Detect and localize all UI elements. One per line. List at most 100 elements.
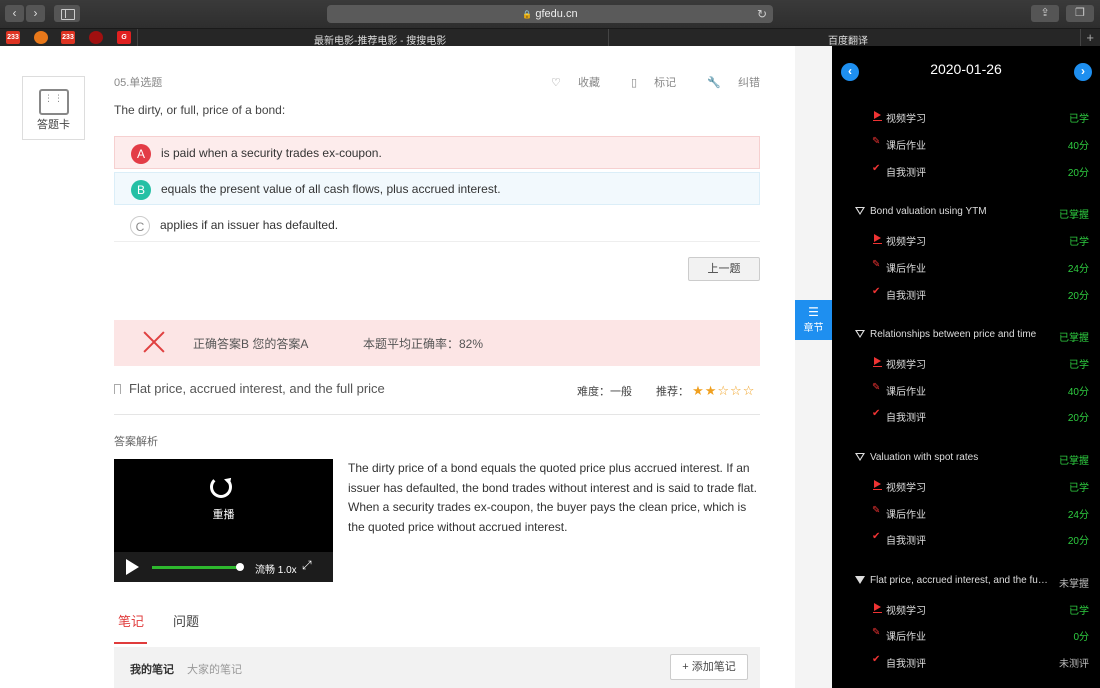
forward-button[interactable]: › bbox=[26, 5, 45, 22]
everyone-notes-tab[interactable]: 大家的笔记 bbox=[187, 661, 242, 677]
chapter-row-status: 已掌握 bbox=[1059, 210, 1089, 222]
chapter-row-status: 20分 bbox=[1067, 413, 1089, 425]
url-text: gfedu.cn bbox=[535, 8, 578, 20]
next-date-button[interactable]: › bbox=[1074, 63, 1092, 81]
divider bbox=[114, 414, 760, 415]
homework-pen-icon: ✎ bbox=[872, 504, 881, 516]
option-b[interactable]: B equals the present value of all cash f… bbox=[114, 172, 760, 205]
triangle-outline-icon[interactable] bbox=[855, 207, 865, 216]
answer-card-icon bbox=[39, 89, 74, 115]
favorite-logo-icon[interactable]: G bbox=[117, 31, 131, 44]
chapter-item[interactable]: ✔ 自我测评 20分 bbox=[832, 530, 1100, 548]
chapter-item[interactable]: ✎ 课后作业 24分 bbox=[832, 504, 1100, 522]
triangle-outline-icon[interactable] bbox=[855, 452, 865, 461]
option-c[interactable]: C applies if an issuer has defaulted. bbox=[114, 209, 760, 242]
back-button[interactable]: ‹ bbox=[5, 5, 24, 22]
chapter-toggle-button[interactable]: ☰ 章节 bbox=[795, 300, 832, 340]
chapter-row-status: 已学 bbox=[1069, 236, 1089, 248]
add-note-button[interactable]: + 添加笔记 bbox=[670, 654, 748, 680]
tab-baidu-translate[interactable]: 百度翻译 bbox=[828, 32, 868, 47]
chapter-row-status: 40分 bbox=[1067, 140, 1089, 152]
star-empty-icon[interactable]: ☆ bbox=[730, 383, 743, 398]
chapter-row-label: 自我测评 bbox=[886, 290, 926, 302]
option-a[interactable]: A is paid when a security trades ex-coup… bbox=[114, 136, 760, 169]
answer-card-button[interactable]: 答题卡 bbox=[22, 76, 85, 140]
replay-label[interactable]: 重播 bbox=[114, 506, 333, 522]
tab-movies[interactable]: 最新电影-推荐电影 - 搜搜电影 bbox=[314, 32, 446, 47]
chapter-heading[interactable]: Bond valuation using YTM 已掌握 bbox=[832, 204, 1100, 222]
video-player[interactable]: 重播 流畅 1.0x bbox=[114, 459, 333, 582]
fullscreen-icon[interactable] bbox=[302, 558, 314, 573]
chapter-row-status: 40分 bbox=[1067, 386, 1089, 398]
chapter-item[interactable]: 视频学习 已学 bbox=[832, 108, 1100, 126]
correct-error-button[interactable]: 🔧 纠错 bbox=[693, 77, 760, 89]
chapter-row-label: Valuation with spot rates bbox=[870, 451, 979, 463]
chapter-item[interactable]: ✔ 自我测评 20分 bbox=[832, 162, 1100, 180]
chapter-item[interactable]: ✎ 课后作业 24分 bbox=[832, 258, 1100, 276]
mark-button[interactable]: ▯ 标记 bbox=[617, 77, 676, 89]
favorite-233-icon-2[interactable]: 233 bbox=[61, 31, 75, 44]
chapter-item[interactable]: 视频学习 已学 bbox=[832, 600, 1100, 618]
notes-toolbar: 我的笔记 大家的笔记 + 添加笔记 bbox=[114, 647, 760, 688]
chapter-row-status: 未掌握 bbox=[1059, 578, 1089, 590]
chapter-row-label: 自我测评 bbox=[886, 167, 926, 179]
address-bar[interactable]: 🔒 gfedu.cn ↻ bbox=[327, 5, 773, 23]
chapter-item[interactable]: ✔ 自我测评 未测评 bbox=[832, 653, 1100, 671]
option-text: is paid when a security trades ex-coupon… bbox=[161, 146, 382, 160]
difficulty: 难度：一般 bbox=[577, 386, 632, 398]
favorite-red-icon[interactable] bbox=[89, 31, 103, 44]
chapter-heading[interactable]: Flat price, accrued interest, and the fu… bbox=[832, 573, 1100, 591]
replay-icon[interactable] bbox=[210, 476, 232, 498]
self-test-check-icon: ✔ bbox=[872, 162, 881, 174]
self-test-check-icon: ✔ bbox=[872, 531, 881, 543]
heart-icon: ♡ bbox=[551, 77, 561, 89]
sidebar-toggle-button[interactable] bbox=[54, 5, 80, 22]
star-filled-icon[interactable]: ★ bbox=[705, 383, 718, 398]
reload-icon[interactable]: ↻ bbox=[757, 5, 767, 23]
chapter-item[interactable]: ✎ 课后作业 40分 bbox=[832, 381, 1100, 399]
tabs-overview-button[interactable]: ❐ bbox=[1066, 5, 1094, 22]
play-icon[interactable] bbox=[126, 559, 139, 575]
chapter-item[interactable]: 视频学习 已学 bbox=[832, 231, 1100, 249]
self-test-check-icon: ✔ bbox=[872, 285, 881, 297]
weibo-icon[interactable] bbox=[34, 31, 48, 44]
chapter-row-label: 课后作业 bbox=[886, 386, 926, 398]
video-progress-handle[interactable] bbox=[236, 563, 244, 571]
chapter-heading[interactable]: Valuation with spot rates 已掌握 bbox=[832, 450, 1100, 468]
chapter-row-label: Bond valuation using YTM bbox=[870, 206, 987, 218]
triangle-filled-icon[interactable] bbox=[855, 575, 865, 584]
chapter-item[interactable]: ✔ 自我测评 20分 bbox=[832, 407, 1100, 425]
chapter-row-label: 课后作业 bbox=[886, 509, 926, 521]
chapter-item[interactable]: ✎ 课后作业 0分 bbox=[832, 626, 1100, 644]
wrench-icon: 🔧 bbox=[707, 77, 721, 89]
tabs-icon: ❐ bbox=[1075, 7, 1085, 19]
chapter-item[interactable]: ✔ 自我测评 20分 bbox=[832, 285, 1100, 303]
chapter-row-label: 视频学习 bbox=[886, 359, 926, 371]
tab-separator bbox=[137, 29, 138, 47]
playback-quality[interactable]: 流畅 1.0x bbox=[255, 561, 297, 576]
star-empty-icon[interactable]: ☆ bbox=[717, 383, 730, 398]
question-type: 05.单选题 bbox=[114, 77, 163, 89]
chapter-item[interactable]: 视频学习 已学 bbox=[832, 477, 1100, 495]
star-empty-icon[interactable]: ☆ bbox=[743, 383, 756, 398]
video-progress-bar[interactable] bbox=[152, 563, 244, 571]
tab-questions[interactable]: 问题 bbox=[173, 611, 199, 630]
homework-pen-icon: ✎ bbox=[872, 258, 881, 270]
chapter-row-label: 课后作业 bbox=[886, 632, 926, 644]
new-tab-icon[interactable]: + bbox=[1086, 30, 1094, 45]
previous-question-button[interactable]: 上一题 bbox=[688, 257, 760, 281]
chapter-item[interactable]: ✎ 课后作业 40分 bbox=[832, 135, 1100, 153]
question-tools: ♡ 收藏 ▯ 标记 🔧 纠错 bbox=[523, 74, 760, 90]
share-button[interactable]: ⇪ bbox=[1031, 5, 1059, 22]
chapter-row-label: 自我测评 bbox=[886, 413, 926, 425]
triangle-outline-icon[interactable] bbox=[855, 330, 865, 338]
collect-button[interactable]: ♡ 收藏 bbox=[537, 77, 600, 89]
knowledge-point[interactable]: Flat price, accrued interest, and the fu… bbox=[114, 381, 385, 396]
chapter-item[interactable]: 视频学习 已学 bbox=[832, 354, 1100, 372]
tab-notes[interactable]: 笔记 bbox=[118, 611, 144, 630]
chapter-row-label: 视频学习 bbox=[886, 114, 926, 125]
favorite-233-icon[interactable]: 233 bbox=[6, 31, 20, 44]
my-notes-tab[interactable]: 我的笔记 bbox=[130, 661, 174, 677]
star-filled-icon[interactable]: ★ bbox=[692, 383, 705, 398]
chapter-heading[interactable]: Relationships between price and time 已掌握 bbox=[832, 327, 1100, 345]
